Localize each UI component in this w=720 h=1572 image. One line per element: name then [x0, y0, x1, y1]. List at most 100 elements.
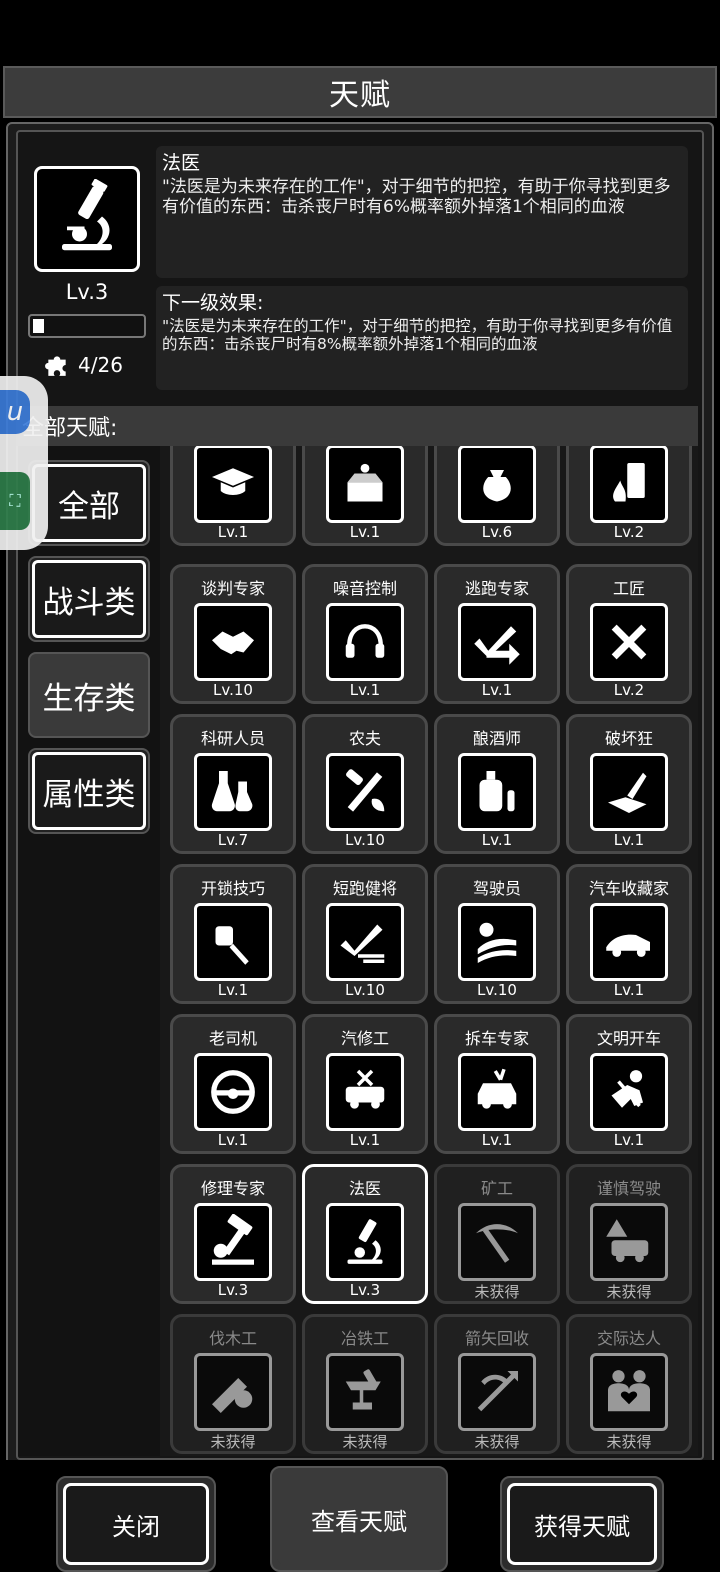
talent-card[interactable]: 修理专家 Lv.3 [170, 1164, 296, 1304]
talent-icon-frame [590, 753, 668, 831]
talent-card[interactable]: Lv.1 [170, 446, 296, 546]
car-dismantle-icon [477, 1068, 517, 1109]
talent-name: 破坏狂 [604, 729, 653, 748]
anvil-icon [345, 1369, 381, 1410]
talent-icon-frame [458, 753, 536, 831]
talent-grid[interactable]: Lv.1 Lv.1 Lv.6 Lv.2 谈判专家 Lv.10 噪音控制 Lv.1 逃跑专家 Lv.… [160, 446, 698, 1456]
talent-icon-frame [194, 603, 272, 681]
arrow-recycle-icon [477, 1371, 518, 1412]
talent-name: 工匠 [612, 579, 645, 598]
sack-icon [483, 470, 511, 502]
talent-icon-frame [590, 1353, 668, 1431]
talent-name: 谈判专家 [200, 579, 265, 598]
tools-leaf-icon [346, 769, 385, 812]
talent-level: 未获得 [342, 1433, 388, 1451]
flask-icon [211, 771, 253, 812]
headphones-icon [345, 624, 385, 658]
talent-card[interactable]: 噪音控制 Lv.1 [302, 564, 428, 704]
talent-level: Lv.6 [481, 523, 513, 541]
talent-name: 短跑健将 [332, 879, 397, 898]
get-talent-button[interactable]: 获得天赋 [500, 1476, 664, 1572]
talent-icon-frame [326, 1353, 404, 1431]
page-title: 天赋 [3, 66, 717, 118]
talent-icon-frame [194, 1203, 272, 1281]
talent-icon-frame [326, 446, 404, 523]
talent-card[interactable]: Lv.6 [434, 446, 560, 546]
talent-card[interactable]: 破坏狂 Lv.1 [566, 714, 692, 854]
close-button-label[interactable]: 关闭 [63, 1483, 209, 1565]
talent-card[interactable]: 开锁技巧 Lv.1 [170, 864, 296, 1004]
sports-car-icon [606, 934, 650, 957]
talent-level: Lv.1 [613, 1131, 645, 1149]
talent-level: Lv.1 [481, 831, 513, 849]
car-warning-icon [606, 1219, 649, 1263]
door-fire-icon [613, 463, 645, 502]
get-talent-button-label[interactable]: 获得天赋 [507, 1483, 657, 1565]
category-tab-3[interactable]: 属性类 [28, 748, 150, 834]
talent-icon-frame [194, 753, 272, 831]
talent-card[interactable]: 逃跑专家 Lv.1 [434, 564, 560, 704]
talent-card[interactable]: 拆车专家 Lv.1 [434, 1014, 560, 1154]
floating-assistant-widget[interactable]: u ⛶ [0, 376, 48, 550]
talent-card[interactable]: Lv.2 [566, 446, 692, 546]
talent-icon-frame [326, 903, 404, 981]
talent-card[interactable]: 谨慎驾驶 未获得 [566, 1164, 692, 1304]
category-tab-2[interactable]: 生存类 [28, 652, 150, 738]
assistant-expand-icon[interactable]: ⛶ [0, 472, 30, 530]
talent-level: Lv.1 [217, 523, 249, 541]
category-tab-label[interactable]: 属性类 [32, 752, 146, 830]
talent-name: 谨慎驾驶 [596, 1179, 661, 1198]
talent-card[interactable]: 短跑健将 Lv.10 [302, 864, 428, 1004]
talent-name: 文明开车 [596, 1029, 661, 1048]
all-talents-header: 全部天赋: [16, 406, 698, 446]
talent-level: Lv.10 [213, 681, 253, 699]
talent-card[interactable]: 汽修工 Lv.1 [302, 1014, 428, 1154]
talent-level: Lv.3 [349, 1281, 381, 1299]
talent-card[interactable]: 交际达人 未获得 [566, 1314, 692, 1454]
talent-level: 未获得 [474, 1433, 520, 1451]
talent-icon-frame [326, 603, 404, 681]
talent-card[interactable]: 汽车收藏家 Lv.1 [566, 864, 692, 1004]
category-tab-label[interactable]: 全部 [32, 464, 146, 542]
talent-card[interactable]: 冶铁工 未获得 [302, 1314, 428, 1454]
talent-card[interactable]: 科研人员 Lv.7 [170, 714, 296, 854]
talent-card[interactable]: 谈判专家 Lv.10 [170, 564, 296, 704]
close-button[interactable]: 关闭 [56, 1476, 216, 1572]
talent-card[interactable]: 箭矢回收 未获得 [434, 1314, 560, 1454]
talent-card[interactable]: 伐木工 未获得 [170, 1314, 296, 1454]
talent-icon-frame [194, 1353, 272, 1431]
talent-card[interactable]: 驾驶员 Lv.10 [434, 864, 560, 1004]
talent-level: Lv.1 [349, 681, 381, 699]
microscope-icon [347, 1219, 383, 1264]
lockpick-icon [215, 926, 249, 965]
talent-icon-frame [194, 446, 272, 523]
view-talent-button[interactable]: 查看天赋 [270, 1466, 448, 1572]
talent-level: 未获得 [474, 1283, 520, 1301]
talent-card[interactable]: 工匠 Lv.2 [566, 564, 692, 704]
talent-icon-frame [590, 446, 668, 523]
talent-icon-frame [326, 753, 404, 831]
category-tab-1[interactable]: 战斗类 [28, 556, 150, 642]
talent-name: 开锁技巧 [200, 879, 265, 898]
talent-card[interactable]: 酿酒师 Lv.1 [434, 714, 560, 854]
category-tab-label[interactable]: 生存类 [32, 656, 146, 734]
talent-card[interactable]: 农夫 Lv.10 [302, 714, 428, 854]
talent-level: Lv.2 [613, 681, 645, 699]
talent-card[interactable]: 矿工 未获得 [434, 1164, 560, 1304]
next-effect-label: 下一级效果: [162, 292, 264, 314]
category-tab-label[interactable]: 战斗类 [32, 560, 146, 638]
talent-icon-frame [326, 1203, 404, 1281]
assistant-u-icon[interactable]: u [0, 390, 30, 434]
puzzle-icon [45, 356, 66, 376]
talent-card[interactable]: Lv.1 [302, 446, 428, 546]
selected-talent-icon [34, 166, 140, 272]
talent-card[interactable]: 老司机 Lv.1 [170, 1014, 296, 1154]
talent-icon-frame [458, 603, 536, 681]
talent-level: Lv.1 [481, 681, 513, 699]
talent-card[interactable]: 文明开车 Lv.1 [566, 1014, 692, 1154]
talent-card[interactable]: 法医 Lv.3 [302, 1164, 428, 1304]
talent-name: 修理专家 [200, 1179, 265, 1198]
talent-icon-frame [458, 1203, 536, 1281]
view-talent-button-label[interactable]: 查看天赋 [277, 1473, 441, 1565]
driver-icon [477, 922, 517, 963]
